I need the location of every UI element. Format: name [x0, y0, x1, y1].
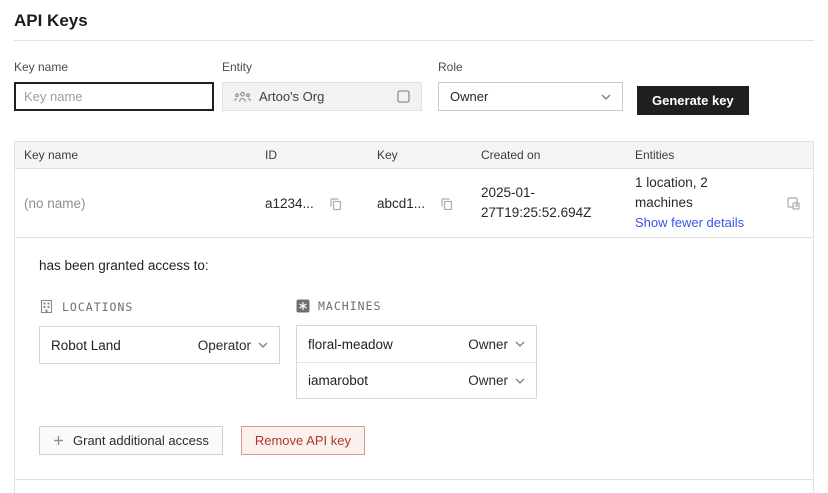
key-name-input[interactable] — [14, 82, 214, 111]
square-outline-icon — [397, 90, 410, 103]
row-entities-cell: 1 location, 2 machines Show fewer detail… — [626, 173, 774, 233]
machines-section: MACHINES floral-meadow Owner — [296, 299, 537, 399]
machines-section-label: MACHINES — [318, 299, 381, 313]
table-header-row: Key name ID Key Created on Entities — [15, 142, 813, 169]
machine-role-value: Owner — [468, 373, 508, 388]
chevron-down-icon — [258, 342, 268, 348]
machine-access-row: iamarobot Owner — [297, 362, 536, 398]
entity-label: Entity — [222, 60, 422, 74]
copy-icon — [328, 196, 343, 211]
header-created-on: Created on — [472, 148, 626, 162]
row-actions-cell — [774, 195, 813, 212]
row-created-on: 2025-01-27T19:25:52.694Z — [472, 183, 626, 223]
key-name-field-group: Key name — [14, 60, 214, 111]
entity-field-group: Entity Artoo's Org — [222, 60, 422, 111]
location-role-value: Operator — [198, 338, 251, 353]
machine-role-select[interactable]: Owner — [468, 337, 525, 352]
role-value: Owner — [450, 89, 488, 104]
header-id: ID — [256, 148, 368, 162]
organization-icon — [234, 91, 251, 103]
grant-additional-access-label: Grant additional access — [73, 433, 209, 448]
location-access-row: Robot Land Operator — [40, 327, 279, 363]
row-id-value: a1234... — [265, 196, 314, 211]
generate-key-button[interactable]: Generate key — [637, 86, 749, 115]
machine-name: iamarobot — [308, 373, 368, 388]
chevron-down-icon — [515, 378, 525, 384]
copy-icon — [439, 196, 454, 211]
entity-field[interactable]: Artoo's Org — [222, 82, 422, 111]
header-entities: Entities — [626, 148, 774, 162]
copy-key-button[interactable] — [439, 196, 454, 211]
show-fewer-details-link[interactable]: Show fewer details — [635, 213, 744, 233]
role-select[interactable]: Owner — [438, 82, 623, 111]
location-role-select[interactable]: Operator — [198, 338, 268, 353]
role-label: Role — [438, 60, 623, 74]
api-keys-page: API Keys Key name Entity — [0, 0, 828, 493]
grant-additional-access-button[interactable]: Grant additional access — [39, 426, 223, 455]
row-key-value: abcd1... — [377, 196, 425, 211]
granted-access-text: has been granted access to: — [39, 258, 789, 273]
machine-role-value: Owner — [468, 337, 508, 352]
remove-api-key-button[interactable]: Remove API key — [241, 426, 365, 455]
machine-access-row: floral-meadow Owner — [297, 326, 536, 362]
locations-access-box: Robot Land Operator — [39, 326, 280, 364]
chevron-down-icon — [601, 94, 611, 100]
locations-section: LOCATIONS Robot Land Operator — [39, 299, 280, 399]
row-key-name: (no name) — [15, 196, 256, 211]
create-key-form: Key name Entity Artoo's Org — [0, 38, 828, 141]
entity-value: Artoo's Org — [259, 89, 324, 104]
row-key-cell: abcd1... — [368, 196, 472, 211]
api-keys-table: Key name ID Key Created on Entities (no … — [14, 141, 814, 493]
chevron-down-icon — [515, 341, 525, 347]
entities-summary: 1 location, 2 machines — [635, 173, 764, 213]
key-details-panel: has been granted access to: — [15, 238, 813, 480]
building-icon — [39, 299, 54, 314]
plus-icon — [53, 435, 64, 446]
location-name: Robot Land — [51, 338, 121, 353]
machines-access-box: floral-meadow Owner i — [296, 325, 537, 399]
locations-section-label: LOCATIONS — [62, 300, 133, 314]
machine-icon — [296, 299, 310, 313]
page-title: API Keys — [0, 0, 828, 40]
machine-name: floral-meadow — [308, 337, 393, 352]
duplicate-icon — [785, 195, 802, 212]
role-field-group: Role Owner — [438, 60, 623, 111]
table-row: (no name) a1234... abcd1... — [15, 169, 813, 238]
machine-role-select[interactable]: Owner — [468, 373, 525, 388]
duplicate-key-button[interactable] — [785, 195, 802, 212]
header-key: Key — [368, 148, 472, 162]
header-key-name: Key name — [15, 148, 256, 162]
key-name-label: Key name — [14, 60, 214, 74]
copy-id-button[interactable] — [328, 196, 343, 211]
row-id-cell: a1234... — [256, 196, 368, 211]
